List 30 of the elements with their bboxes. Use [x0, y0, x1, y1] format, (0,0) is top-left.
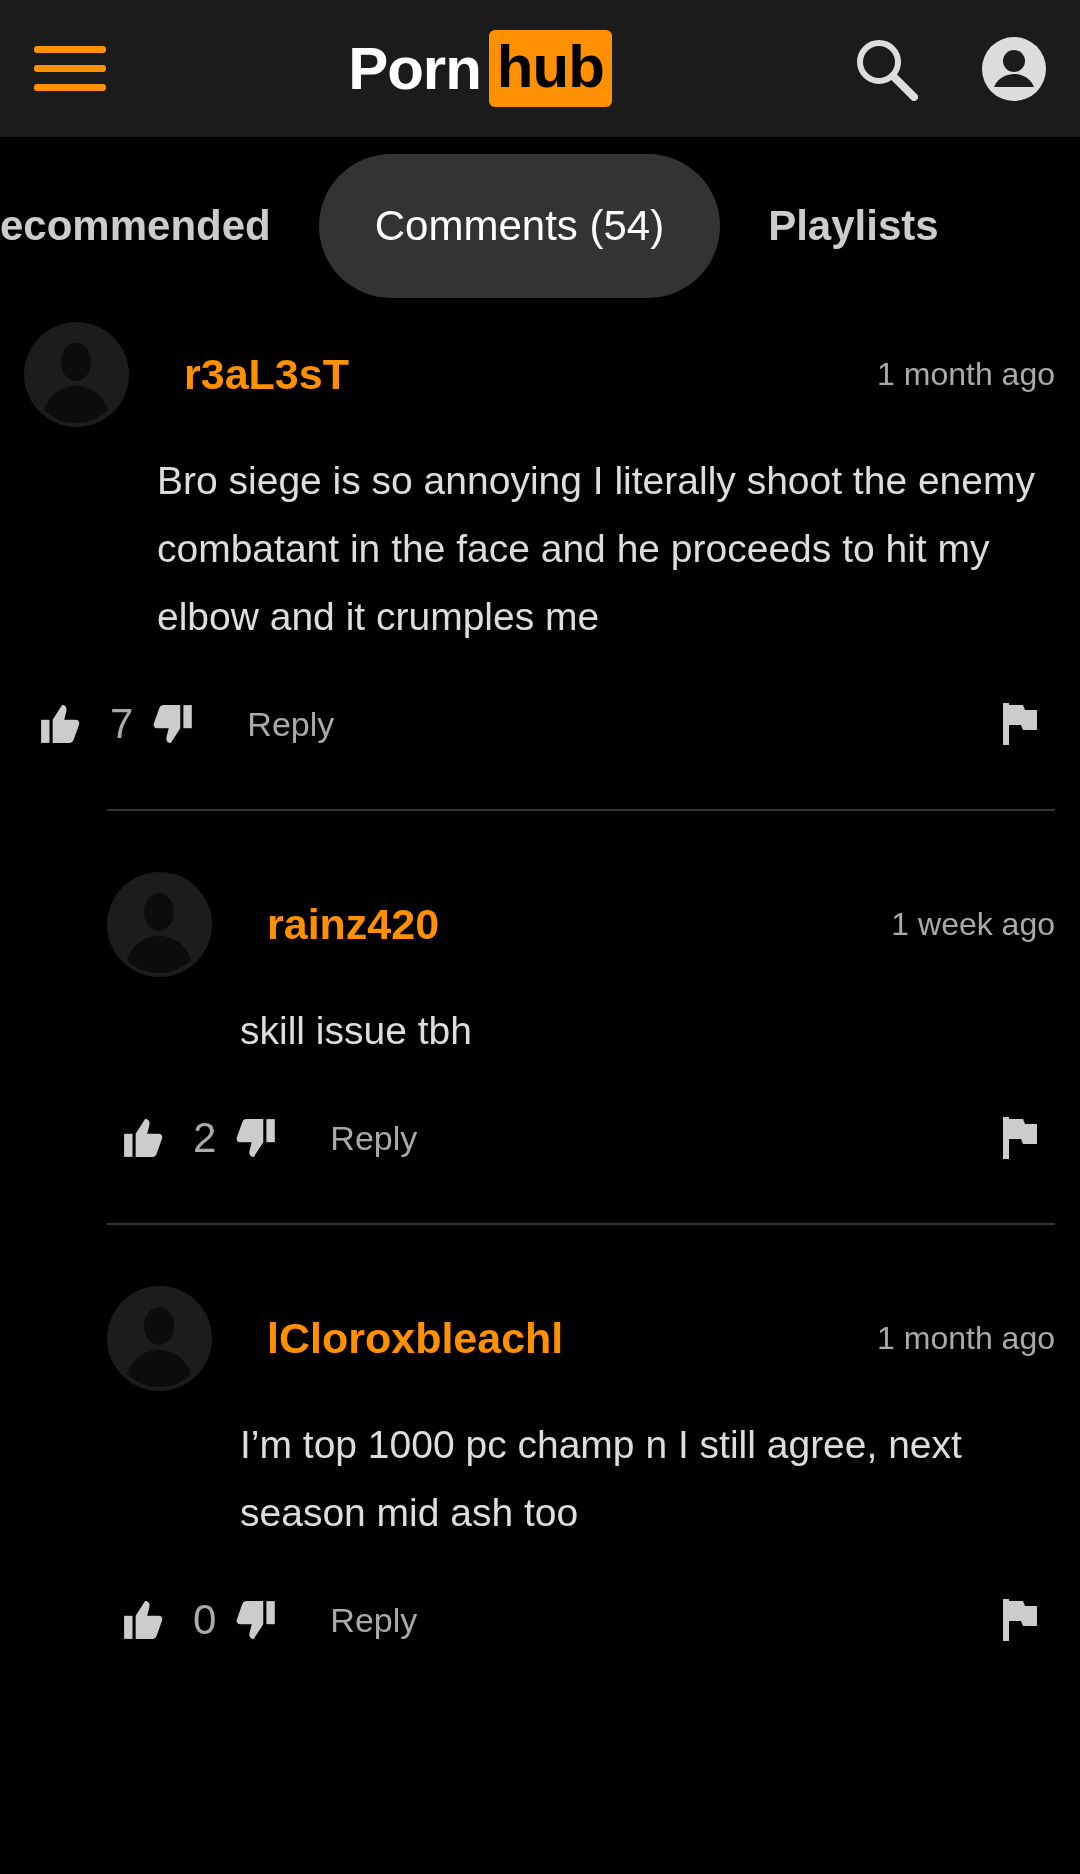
like-count: 2 — [193, 1114, 217, 1162]
thumbs-up-icon[interactable] — [121, 1117, 165, 1159]
tab[interactable]: Playlists — [768, 154, 939, 298]
like-count: 7 — [110, 700, 134, 748]
comment-text: Bro siege is so annoying I literally shoot the enemy combatant in the face and he proceeds to hit my elbow and it crumples me — [157, 458, 1036, 640]
reply-link[interactable]: Reply — [247, 704, 335, 744]
reply-link[interactable]: Reply — [330, 1118, 418, 1158]
comment-time: 1 week ago — [891, 905, 1055, 943]
comment-time: 1 month ago — [877, 1319, 1055, 1357]
like-count: 0 — [193, 1596, 217, 1644]
thumbs-up-icon[interactable] — [38, 703, 82, 745]
thumbs-up-icon[interactable] — [121, 1599, 165, 1641]
username[interactable]: r3aL3sT — [184, 349, 878, 399]
menu-icon[interactable] — [34, 45, 106, 92]
avatar-icon — [24, 321, 129, 427]
tab[interactable]: Comments (54) — [318, 154, 721, 298]
comment-text: I’m top 1000 pc champ n I still agree, next season mid ash too — [240, 1422, 963, 1536]
flag-icon[interactable] — [1003, 703, 1039, 745]
username[interactable]: lCloroxbleachl — [267, 1313, 878, 1363]
user-icon[interactable] — [982, 36, 1046, 101]
tab[interactable]: ecommended — [0, 154, 271, 298]
avatar-icon — [107, 1285, 212, 1391]
flag-icon[interactable] — [1003, 1599, 1039, 1641]
site-logo[interactable]: Porn hub — [348, 30, 612, 107]
flag-icon[interactable] — [1003, 1117, 1039, 1159]
avatar-icon — [107, 871, 212, 977]
reply-link[interactable]: Reply — [330, 1600, 418, 1640]
comment-time: 1 month ago — [877, 355, 1055, 393]
comment-text: skill issue tbh — [240, 1008, 473, 1054]
username[interactable]: rainz420 — [267, 899, 892, 949]
